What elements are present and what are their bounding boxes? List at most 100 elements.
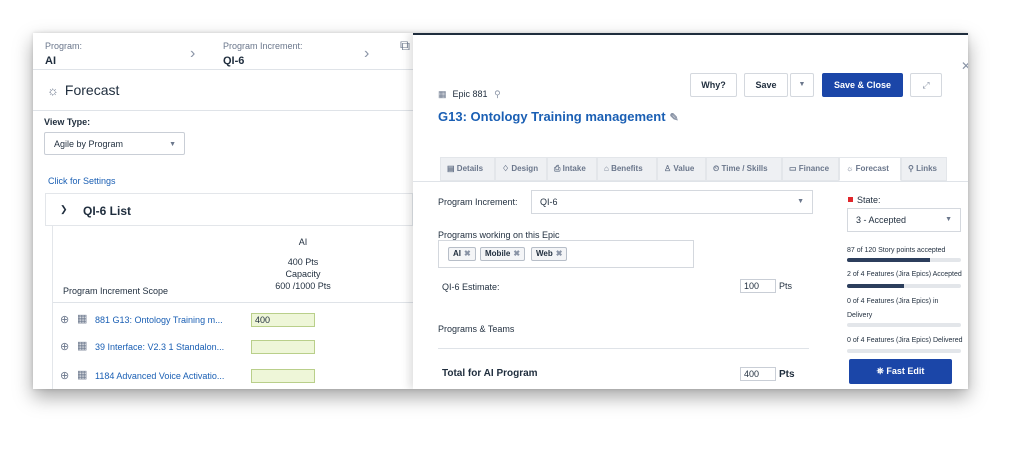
progress-bar	[847, 323, 961, 327]
program-chip[interactable]: Web ✖	[531, 247, 568, 261]
panel-top-border	[413, 33, 968, 35]
column-program-name: AI	[298, 237, 308, 247]
breadcrumb-program-value: AI	[45, 55, 56, 67]
remove-icon[interactable]: ✖	[556, 249, 563, 258]
scope-column-header: Program Increment Scope	[63, 286, 169, 296]
stat-features-accepted: 2 of 4 Features (Jira Epics) Accepted	[847, 271, 962, 278]
tab-value[interactable]: ♙ Value	[657, 157, 706, 181]
forecast-pane: Program: AI › Program Increment: QI-6 › …	[33, 33, 414, 389]
tab-label: Time / Skills	[721, 164, 768, 173]
chip-label: AI	[453, 249, 461, 258]
total-unit: Pts	[779, 369, 795, 380]
tab-label: Design	[511, 164, 539, 173]
divider	[53, 302, 414, 303]
row-points-input[interactable]	[251, 369, 315, 383]
progress-bar	[847, 258, 961, 262]
chip-label: Mobile	[485, 249, 511, 258]
stat-features-delivered: 0 of 4 Features (Jira Epics) Delivered	[847, 337, 963, 344]
row-epic-link[interactable]: 39 Interface: V2.3 1 Standalon...	[95, 342, 224, 352]
intake-icon: ⎙	[554, 164, 561, 173]
state-select-value: 3 - Accepted	[856, 215, 907, 225]
value-icon: ♙	[664, 164, 672, 173]
tab-details[interactable]: ▤ Details	[440, 157, 495, 181]
target-icon[interactable]: ⊕	[60, 369, 69, 382]
teams-label: Programs & Teams	[438, 324, 515, 334]
target-icon[interactable]: ⊕	[60, 340, 69, 353]
view-type-value: Agile by Program	[54, 139, 124, 149]
tab-label: Forecast	[855, 164, 889, 173]
tab-time-skills[interactable]: ⏲ Time / Skills	[706, 157, 782, 181]
progress-fill	[847, 284, 904, 288]
hierarchy-icon[interactable]: ⧉	[400, 37, 410, 54]
forecast-icon: ☼	[846, 164, 854, 173]
chevron-down-icon: ▼	[797, 198, 804, 205]
tab-links[interactable]: ⚲ Links	[901, 157, 947, 181]
row-points-input[interactable]	[251, 340, 315, 354]
column-header-program: AI 400 Pts Capacity 600 /1000 Pts	[253, 236, 353, 292]
epic-detail-panel: ▦ Epic 881 ⚲ G13: Ontology Training manag…	[413, 33, 968, 389]
estimate-input[interactable]: 100	[740, 279, 776, 293]
view-type-select[interactable]: Agile by Program ▼	[44, 132, 185, 155]
breadcrumb-pi[interactable]: Program Increment: QI-6	[223, 41, 303, 67]
page-title: ☼ Forecast	[47, 82, 119, 98]
state-label-text: State:	[857, 195, 881, 205]
tab-forecast[interactable]: ☼ Forecast	[839, 157, 901, 181]
table-row[interactable]: ⊕ ▦ 39 Interface: V2.3 1 Standalon...	[53, 336, 414, 358]
pi-field-label: Program Increment:	[438, 197, 518, 207]
fast-edit-icon: ⛯	[876, 366, 884, 376]
state-select[interactable]: 3 - Accepted ▼	[847, 208, 961, 232]
table-row[interactable]: ⊕ ▦ 881 G13: Ontology Training m... 400	[53, 309, 414, 331]
app-window: Program: AI › Program Increment: QI-6 › …	[33, 33, 968, 389]
scope-table: AI 400 Pts Capacity 600 /1000 Pts Progra…	[52, 226, 414, 389]
save-close-button[interactable]: Save & Close	[822, 73, 903, 97]
program-chip[interactable]: Mobile ✖	[480, 247, 526, 261]
link-icon[interactable]: ⚲	[494, 89, 501, 99]
tab-design[interactable]: ♢ Design	[495, 157, 547, 181]
progress-bar	[847, 349, 961, 353]
target-icon[interactable]: ⊕	[60, 313, 69, 326]
tab-benefits[interactable]: ⌂ Benefits	[597, 157, 657, 181]
design-icon: ♢	[502, 164, 510, 173]
program-chip[interactable]: AI ✖	[448, 247, 476, 261]
view-type-label: View Type:	[44, 117, 91, 127]
why-button[interactable]: Why?	[690, 73, 737, 97]
programs-multiselect[interactable]: AI ✖ Mobile ✖ Web ✖	[438, 240, 694, 268]
stat-features-delivery: 0 of 4 Features (Jira Epics) in Delivery	[847, 298, 939, 319]
total-input[interactable]: 400	[740, 367, 776, 381]
pi-select-value: QI-6	[540, 197, 558, 207]
divider	[33, 110, 413, 111]
close-icon[interactable]: ✕	[961, 59, 968, 73]
row-epic-link[interactable]: 881 G13: Ontology Training m...	[95, 315, 223, 325]
tab-intake[interactable]: ⎙ Intake	[547, 157, 597, 181]
remove-icon[interactable]: ✖	[464, 249, 471, 258]
link-icon: ⚲	[908, 164, 914, 173]
tab-label: Details	[456, 164, 484, 173]
estimate-unit: Pts	[779, 281, 793, 291]
breadcrumb-program-label: Program:	[45, 41, 83, 51]
fast-edit-button[interactable]: ⛯ Fast Edit	[849, 359, 952, 384]
row-epic-link[interactable]: 1184 Advanced Voice Activatio...	[95, 371, 224, 381]
row-points-input[interactable]: 400	[251, 313, 315, 327]
edit-pencil-icon[interactable]: ✎	[670, 112, 679, 124]
divider	[413, 181, 968, 182]
grid-icon: ▦	[77, 340, 88, 352]
pi-select[interactable]: QI-6 ▼	[531, 190, 813, 214]
grid-icon: ▦	[438, 89, 447, 99]
epic-title: G13: Ontology Training management ✎	[438, 109, 679, 124]
save-button[interactable]: Save	[744, 73, 788, 97]
breadcrumb-pi-value: QI-6	[223, 55, 245, 67]
tab-label: Benefits	[611, 164, 643, 173]
settings-link[interactable]: Click for Settings	[48, 176, 116, 186]
table-row[interactable]: ⊕ ▦ 1184 Advanced Voice Activatio...	[53, 365, 414, 387]
expand-icon[interactable]: ⤢	[910, 73, 942, 97]
programs-label: Programs working on this Epic	[438, 230, 560, 240]
remove-icon[interactable]: ✖	[513, 249, 520, 258]
tab-label: Intake	[562, 164, 586, 173]
required-marker	[848, 197, 853, 202]
breadcrumb-program[interactable]: Program: AI	[45, 41, 82, 67]
tab-finance[interactable]: ▭ Finance	[782, 157, 839, 181]
save-options-chevron-icon[interactable]: ▼	[790, 73, 814, 97]
epic-id: ▦ Epic 881 ⚲	[438, 89, 501, 100]
list-header[interactable]: ❯ QI-6 List	[45, 193, 413, 226]
tab-label: Links	[916, 164, 937, 173]
